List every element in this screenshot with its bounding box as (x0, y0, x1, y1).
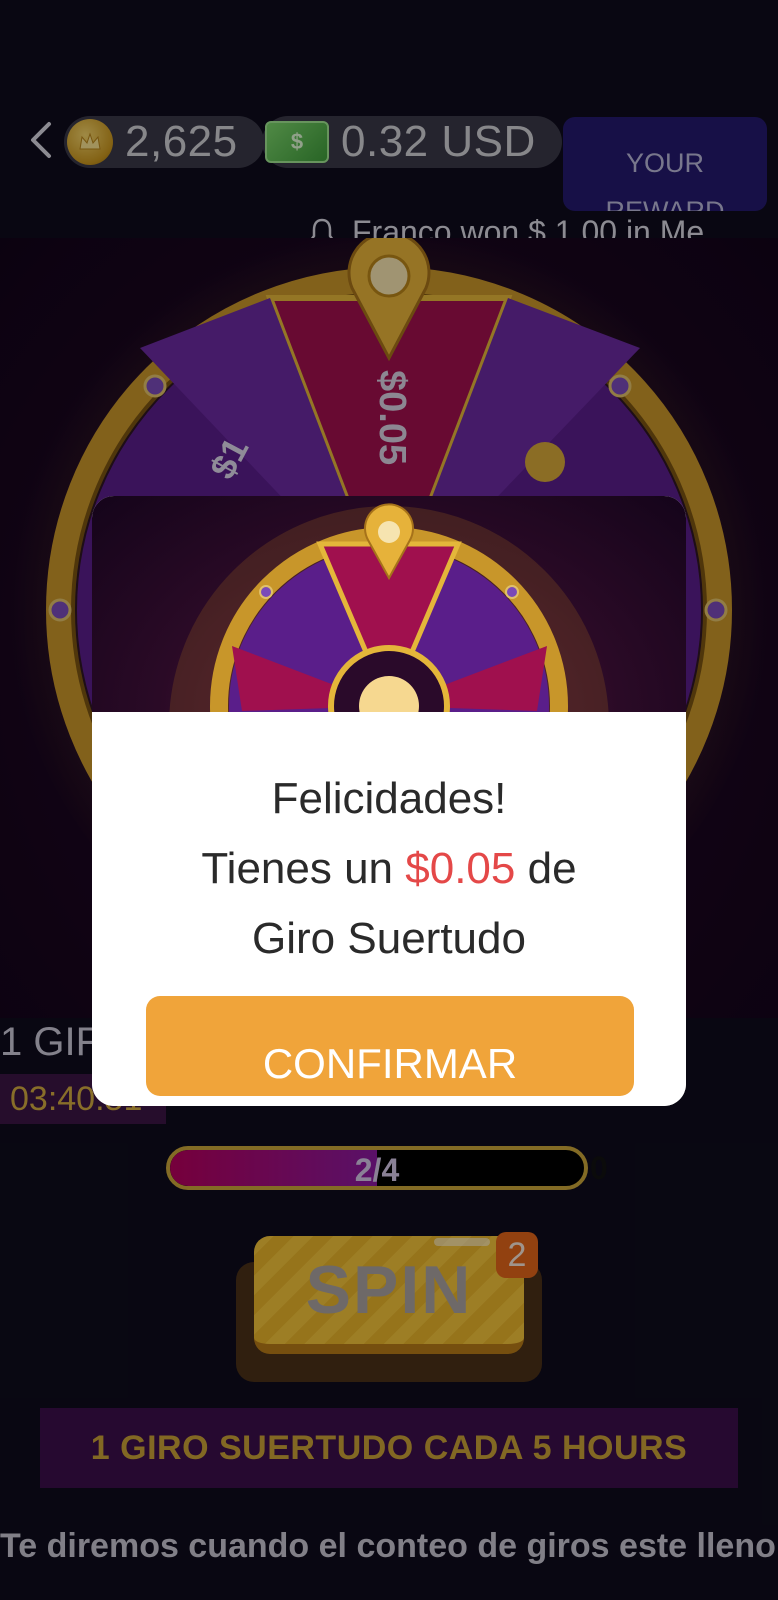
dialog-wheel-art (92, 496, 686, 712)
wheel-illustration (169, 503, 609, 712)
dialog-message: Tienes un $0.05 de (201, 844, 577, 893)
dialog-message-2: Giro Suertudo (252, 914, 526, 963)
prize-amount: $0.05 (405, 844, 516, 893)
congrats-dialog: Felicidades! Tienes un $0.05 de Giro Sue… (92, 496, 686, 1106)
confirm-button[interactable]: CONFIRMAR (146, 996, 634, 1096)
dialog-title: Felicidades! (271, 774, 507, 823)
